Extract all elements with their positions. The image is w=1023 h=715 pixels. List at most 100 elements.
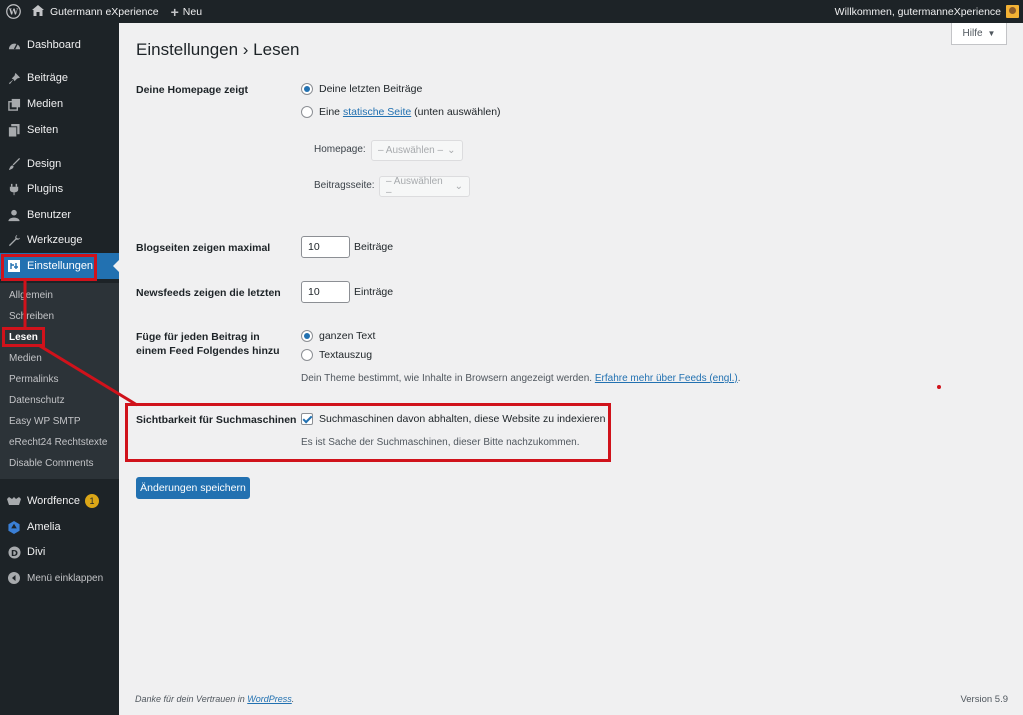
brush-icon <box>7 157 21 171</box>
feed-unit: Einträge <box>354 286 394 298</box>
option-full-text[interactable]: ganzen Text <box>301 330 375 342</box>
menu-label: Seiten <box>27 124 59 136</box>
footer-thanks: Danke für dein Vertrauen in WordPress. <box>135 694 294 704</box>
media-icon <box>7 97 21 111</box>
option-prefix: Eine <box>319 106 341 118</box>
radio-excerpt[interactable] <box>301 349 313 361</box>
wrench-icon <box>7 233 21 247</box>
input-value: 10 <box>308 241 320 253</box>
homepage-select-label: Homepage: <box>314 144 366 155</box>
submenu-privacy[interactable]: Datenschutz <box>9 395 65 406</box>
version-info: Version 5.9 <box>960 694 1008 705</box>
help-label: Hilfe <box>962 28 983 39</box>
page-icon <box>7 123 21 137</box>
home-icon <box>32 4 44 19</box>
input-value: 10 <box>308 286 320 298</box>
wordpress-logo-icon[interactable]: W <box>0 0 26 23</box>
radio-latest-posts[interactable] <box>301 83 313 95</box>
homepage-select[interactable]: – Auswählen – ⌄ <box>371 140 463 161</box>
svg-text:W: W <box>7 7 18 17</box>
feed-items-input[interactable]: 10 <box>301 281 350 303</box>
admin-sidebar: Dashboard Beiträge Medien Seiten Design … <box>0 23 119 715</box>
option-label: ganzen Text <box>319 330 376 342</box>
wordfence-icon <box>7 494 21 508</box>
menu-label: Benutzer <box>27 209 72 221</box>
submenu-disable-comments[interactable]: Disable Comments <box>9 458 93 469</box>
select-value: – Auswählen – <box>386 175 443 198</box>
posts-page-select[interactable]: – Auswählen – ⌄ <box>379 175 470 198</box>
submenu-writing[interactable]: Schreiben <box>9 311 54 322</box>
option-label: Textauszug <box>319 349 373 361</box>
menu-label: Wordfence <box>27 495 80 507</box>
menu-label: Medien <box>27 98 64 110</box>
collapse-menu-button[interactable]: Menü einklappen <box>0 565 119 591</box>
chevron-down-icon: ⌄ <box>454 181 463 192</box>
avatar <box>1006 5 1019 18</box>
homepage-label: Deine Homepage zeigt <box>136 84 249 96</box>
account-menu[interactable]: Willkommen, gutermanneXperience <box>829 0 1023 23</box>
feed-content-label: Füge für jeden Beitrag in einem Feed Fol… <box>136 330 280 358</box>
option-excerpt[interactable]: Textauszug <box>301 349 372 361</box>
menu-dashboard[interactable]: Dashboard <box>0 32 119 58</box>
new-content-button[interactable]: + Neu <box>165 0 208 23</box>
option-latest-posts[interactable]: Deine letzten Beiträge <box>301 83 422 95</box>
page-title: Einstellungen › Lesen <box>136 40 300 59</box>
collapse-arrow-icon <box>7 571 21 585</box>
menu-amelia[interactable]: Amelia <box>0 514 119 540</box>
feed-description: Dein Theme bestimmt, wie Inhalte in Brow… <box>301 373 740 384</box>
menu-label: Dashboard <box>27 39 81 51</box>
menu-label: Werkzeuge <box>27 234 83 246</box>
menu-label: Design <box>27 158 62 170</box>
dashboard-icon <box>7 38 21 52</box>
site-name-link[interactable]: Gutermann eXperience <box>26 0 165 23</box>
option-static-page[interactable]: Eine statische Seite (unten auswählen) <box>301 106 501 118</box>
radio-static-page[interactable] <box>301 106 313 118</box>
submenu-general[interactable]: Allgemein <box>9 290 53 301</box>
submenu-easy-wp-smtp[interactable]: Easy WP SMTP <box>9 416 81 427</box>
amelia-icon <box>7 520 21 534</box>
divi-icon: D <box>7 545 21 559</box>
feeds-help-link[interactable]: Erfahre mehr über Feeds (engl.) <box>595 373 738 384</box>
menu-divi[interactable]: D Divi <box>0 539 119 565</box>
menu-media[interactable]: Medien <box>0 91 119 117</box>
menu-design[interactable]: Design <box>0 151 119 177</box>
annotation-box-settings <box>1 254 97 281</box>
caret-down-icon: ▼ <box>987 29 996 38</box>
label-line: einem Feed Folgendes hinzu <box>136 345 280 357</box>
update-count-badge: 1 <box>85 494 99 508</box>
menu-pages[interactable]: Seiten <box>0 117 119 143</box>
menu-label: Divi <box>27 546 46 558</box>
save-changes-button[interactable]: Änderungen speichern <box>136 477 250 499</box>
menu-tools[interactable]: Werkzeuge <box>0 227 119 253</box>
svg-text:D: D <box>11 547 18 557</box>
greeting: Willkommen, gutermanneXperience <box>834 5 1001 18</box>
static-page-link[interactable]: statische Seite <box>343 106 411 118</box>
menu-posts[interactable]: Beiträge <box>0 65 119 91</box>
site-name: Gutermann eXperience <box>50 5 159 18</box>
collapse-label: Menü einklappen <box>27 572 104 584</box>
chevron-down-icon: ⌄ <box>447 145 456 156</box>
submenu-media[interactable]: Medien <box>9 353 42 364</box>
admin-bar: W Gutermann eXperience + Neu Willkommen,… <box>0 0 1023 23</box>
blog-pages-label: Blogseiten zeigen maximal <box>136 242 271 254</box>
posts-per-page-input[interactable]: 10 <box>301 236 350 258</box>
annotation-dot <box>937 385 941 389</box>
user-icon <box>7 208 21 222</box>
menu-label: Plugins <box>27 183 64 195</box>
wordpress-link[interactable]: WordPress <box>247 694 292 704</box>
help-tab[interactable]: Hilfe ▼ <box>951 23 1007 45</box>
settings-submenu: Allgemein Schreiben Lesen Medien Permali… <box>0 283 119 479</box>
menu-users[interactable]: Benutzer <box>0 202 119 228</box>
posts-page-select-label: Beitragsseite: <box>314 180 375 191</box>
pin-icon <box>7 71 21 85</box>
radio-full-text[interactable] <box>301 330 313 342</box>
menu-plugins[interactable]: Plugins <box>0 176 119 202</box>
option-label: Deine letzten Beiträge <box>319 83 423 95</box>
link-suffix: . <box>737 373 741 384</box>
option-suffix: (unten auswählen) <box>414 106 501 118</box>
footer-suffix: . <box>291 694 295 704</box>
submenu-permalinks[interactable]: Permalinks <box>9 374 58 385</box>
menu-wordfence[interactable]: Wordfence 1 <box>0 488 119 514</box>
submenu-erecht24[interactable]: eRecht24 Rechtstexte <box>9 437 107 448</box>
plugin-icon <box>7 182 21 196</box>
